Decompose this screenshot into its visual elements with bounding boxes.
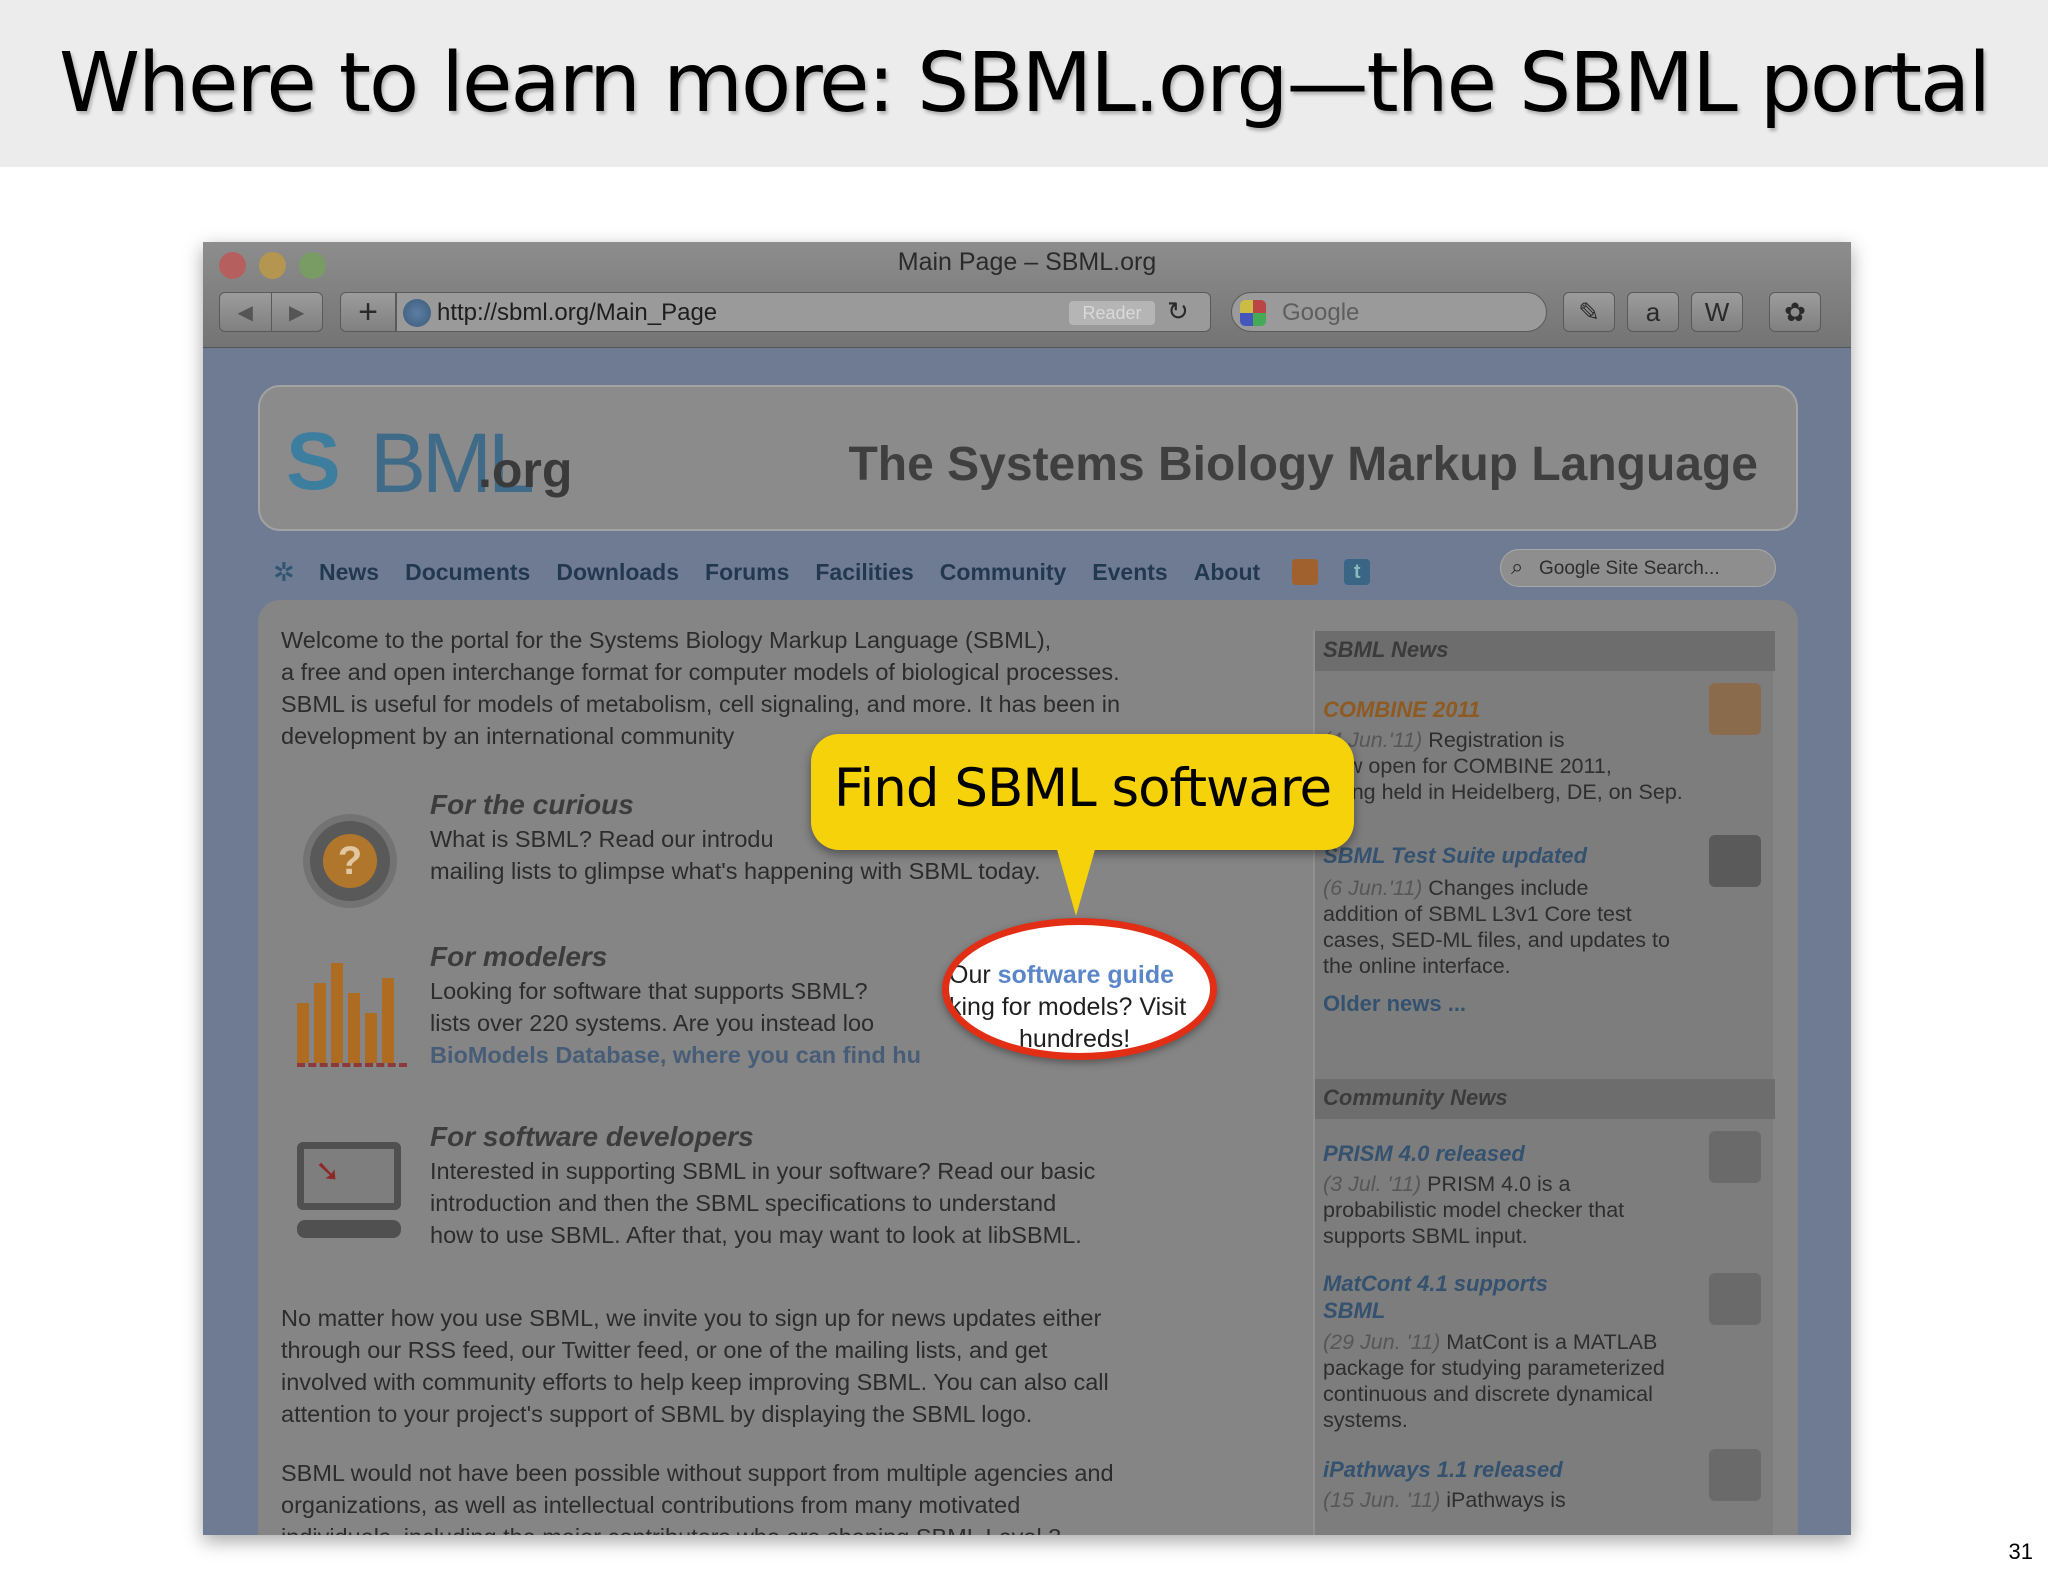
intro-line: a free and open interchange format for c… [281,659,1120,685]
sbml-news-header: SBML News [1315,631,1775,671]
modelers-line: lists over 220 systems. Are you instead … [430,1010,875,1036]
add-bookmark-button[interactable]: + [340,292,396,332]
nav-forums[interactable]: Forums [705,559,789,586]
rss-icon[interactable] [1292,559,1319,585]
news-title-combine[interactable]: COMBINE 2011 [1323,697,1480,723]
browser-window: Main Page – SBML.org ◀ ▶ + http://sbml.o… [203,242,1851,1535]
developers-paragraph: Interested in supporting SBML in your so… [430,1155,1095,1251]
nav-events[interactable]: Events [1092,559,1167,586]
nav-about[interactable]: About [1194,559,1260,586]
developers-line: Interested in supporting SBML in your so… [430,1158,1096,1184]
twitter-icon[interactable]: t [1344,559,1371,585]
site-search-placeholder[interactable]: Google Site Search... [1539,558,1720,580]
browser-toolbar: Main Page – SBML.org ◀ ▶ + http://sbml.o… [203,242,1851,348]
modelers-line: Looking for software that supports SBML? [430,978,868,1004]
news-body-ipathways: (15 Jun. '11) iPathways is [1323,1488,1566,1512]
back-button[interactable]: ◀ [220,293,271,331]
magnified-text-line: king for models? Visit [949,993,1187,1021]
site-nav: ✲ News Documents Downloads Forums Facili… [273,552,1371,592]
modelers-heading: For modelers [430,941,608,972]
news-body-prism: (3 Jul. '11) PRISM 4.0 is a probabilisti… [1323,1172,1625,1248]
news-body-matcont: (29 Jun. '11) MatCont is a MATLAB packag… [1323,1330,1665,1432]
modelers-paragraph: Looking for software that supports SBML?… [430,975,921,1071]
nav-facilities[interactable]: Facilities [815,559,913,586]
software-guide-link[interactable]: software guide [998,961,1174,989]
news-date: (15 Jun. '11) [1323,1488,1441,1512]
site-search-input[interactable]: ⌕ Google Site Search... [1500,549,1776,587]
window-title: Main Page – SBML.org [897,248,1157,276]
google-icon [1240,300,1266,326]
news-title-prism[interactable]: PRISM 4.0 released [1323,1141,1525,1167]
logo-org: .org [478,442,573,498]
address-url[interactable]: http://sbml.org/Main_Page [437,299,717,327]
callout-text: Find SBML software [833,758,1332,819]
magnified-text-line: Our software guide [949,961,1175,989]
developers-heading: For software developers [430,1121,754,1152]
callout-pointer [1056,846,1096,916]
reader-button[interactable]: Reader [1069,301,1155,325]
support-paragraph: SBML would not have been possible withou… [281,1457,1114,1535]
closing-line: No matter how you use SBML, we invite yo… [281,1305,1102,1331]
news-date: (29 Jun. '11) [1323,1330,1441,1354]
user-comment-icon [1709,1273,1761,1325]
intro-paragraph: Welcome to the portal for the Systems Bi… [281,624,1120,752]
site-favicon-icon [403,299,431,327]
evernote-extension-button[interactable]: ✿ [1769,292,1821,332]
support-line: individuals, including the major contrib… [281,1521,1114,1535]
support-line: SBML would not have been possible withou… [281,1460,1114,1486]
news-date: (3 Jul. '11) [1323,1172,1422,1196]
news-title-matcont-2[interactable]: SBML [1323,1298,1385,1324]
site-header: S BML .org The Systems Biology Markup La… [258,385,1798,531]
slide-title: Where to learn more: SBML.org—the SBML p… [58,36,1991,131]
reload-icon[interactable]: ↻ [1167,296,1189,327]
search-placeholder[interactable]: Google [1282,299,1359,327]
word-extension-button[interactable]: W [1691,292,1743,332]
nav-downloads[interactable]: Downloads [556,559,679,586]
forward-button[interactable]: ▶ [270,293,323,331]
news-title-ipathways[interactable]: iPathways 1.1 released [1323,1457,1563,1483]
news-body-testsuite: (6 Jun.'11) Changes include addition of … [1323,876,1670,978]
news-title-matcont[interactable]: MatCont 4.1 supports [1323,1271,1548,1297]
computer-icon: ➘ [297,1142,403,1242]
home-icon[interactable]: ✲ [273,559,299,585]
news-body-combine: (4 Jun.'11) Registration is now open for… [1323,728,1683,830]
search-icon: ⌕ [1511,554,1524,579]
intro-line: SBML is useful for models of metabolism,… [281,691,1121,717]
bar-chart-icon [297,957,407,1067]
amazon-extension-button[interactable]: a [1627,292,1679,332]
closing-line: attention to your project's support of S… [281,1401,1033,1427]
curious-line: mailing lists to glimpse what's happenin… [430,858,1041,884]
extension-button-1[interactable]: ✎ [1563,292,1615,332]
developers-line: how to use SBML. After that, you may wan… [430,1222,1082,1248]
question-icon [303,814,397,908]
site-tagline: The Systems Biology Markup Language [848,438,1758,491]
closing-line: involved with community efforts to help … [281,1369,1109,1395]
biomodels-link[interactable]: BioModels Database, where you can find h… [430,1039,921,1071]
news-title-testsuite[interactable]: SBML Test Suite updated [1323,843,1587,869]
intro-line: Welcome to the portal for the Systems Bi… [281,627,1052,653]
curious-heading: For the curious [430,789,634,820]
callout-bubble: Find SBML software [811,734,1354,850]
nav-documents[interactable]: Documents [405,559,530,586]
nav-community[interactable]: Community [940,559,1067,586]
support-line: organizations, as well as intellectual c… [281,1492,1021,1518]
older-news-link[interactable]: Older news ... [1323,991,1466,1017]
sbml-logo-icon[interactable]: S [286,415,341,509]
nav-news[interactable]: News [319,559,379,586]
magnified-text-line: hundreds! [1019,1025,1131,1053]
history-buttons: ◀ ▶ [219,292,323,332]
news-date: (6 Jun.'11) [1323,876,1423,900]
developers-line: introduction and then the SBML specifica… [430,1190,1057,1216]
slide: Where to learn more: SBML.org—the SBML p… [0,0,2048,1576]
address-bar[interactable]: http://sbml.org/Main_Page Reader ↻ [396,292,1211,332]
closing-paragraph: No matter how you use SBML, we invite yo… [281,1302,1109,1430]
search-field[interactable]: Google [1231,292,1547,332]
community-news-header: Community News [1315,1079,1775,1119]
slide-number: 31 [2008,1539,2033,1564]
magnifier-highlight: Our software guide king for models? Visi… [942,918,1217,1060]
closing-line: through our RSS feed, our Twitter feed, … [281,1337,1048,1363]
news-sidebar: SBML News COMBINE 2011 (4 Jun.'11) Regis… [1313,631,1775,1535]
